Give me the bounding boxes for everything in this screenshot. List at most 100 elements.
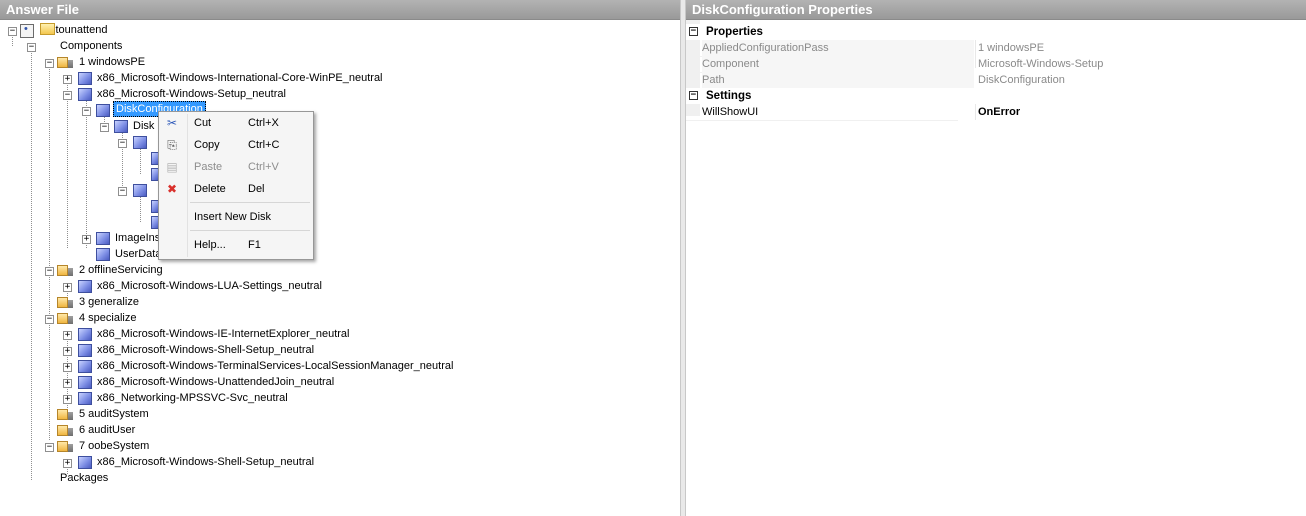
property-row-path[interactable]: Path DiskConfiguration: [686, 72, 1302, 89]
collapse-icon[interactable]: −: [82, 107, 91, 116]
property-grid[interactable]: − Properties AppliedConfigurationPass 1 …: [686, 20, 1306, 516]
tree-line: [31, 50, 32, 480]
configuration-pass-icon: [57, 409, 73, 420]
configuration-pass-icon: [57, 425, 73, 436]
paste-icon: ▤: [166, 160, 178, 174]
category-properties[interactable]: − Properties: [686, 24, 1302, 40]
collapse-icon[interactable]: −: [8, 27, 17, 36]
property-value[interactable]: OnError: [978, 104, 1020, 120]
menu-item-shortcut: Del: [248, 183, 265, 195]
node-label: x86_Microsoft-Windows-UnattendedJoin_neu…: [97, 376, 335, 388]
node-label: 7 oobeSystem: [79, 440, 150, 452]
collapse-icon[interactable]: −: [45, 59, 54, 68]
list-item-icon: [133, 136, 147, 149]
menu-item-cut[interactable]: ✂ Cut Ctrl+X: [159, 113, 313, 133]
node-label: x86_Microsoft-Windows-Setup_neutral: [97, 88, 286, 100]
menu-item-shortcut: Ctrl+V: [248, 161, 279, 173]
expand-icon[interactable]: +: [63, 347, 72, 356]
menu-item-label: Help...: [194, 239, 226, 251]
node-label: Components: [60, 40, 123, 52]
collapse-icon[interactable]: −: [45, 315, 54, 324]
component-icon: [78, 360, 92, 373]
node-label: x86_Microsoft-Windows-TerminalServices-L…: [97, 360, 454, 372]
node-label: 4 specialize: [79, 312, 137, 324]
list-item-icon: [133, 184, 147, 197]
configuration-pass-icon: [57, 313, 73, 324]
folder-icon: [40, 23, 55, 35]
collapse-icon[interactable]: −: [63, 91, 72, 100]
menu-item-label: Copy: [194, 139, 220, 151]
answer-file-header: Answer File: [0, 0, 680, 20]
expand-icon[interactable]: +: [63, 331, 72, 340]
property-value: 1 windowsPE: [978, 42, 1045, 54]
component-icon: [78, 280, 92, 293]
component-icon: [78, 376, 92, 389]
menu-item-label: Paste: [194, 161, 223, 173]
expand-icon[interactable]: +: [63, 283, 72, 292]
node-label: 1 windowsPE: [79, 56, 146, 68]
menu-item-label: Cut: [194, 117, 212, 129]
expand-icon[interactable]: +: [63, 379, 72, 388]
expand-icon[interactable]: +: [63, 363, 72, 372]
expand-icon[interactable]: +: [63, 75, 72, 84]
node-label: ImageIns: [115, 232, 161, 244]
node-label: Disk: [133, 120, 155, 132]
answer-file-icon: [20, 23, 34, 38]
tree-line: [86, 98, 87, 248]
category-settings[interactable]: − Settings: [686, 88, 1302, 104]
collapse-icon[interactable]: −: [45, 267, 54, 276]
menu-item-shortcut: Ctrl+X: [248, 117, 279, 129]
property-name: Path: [686, 72, 958, 89]
setting-group-icon: [96, 232, 110, 245]
expand-icon[interactable]: +: [63, 459, 72, 468]
component-icon: [78, 72, 92, 85]
configuration-pass-icon: [57, 265, 73, 276]
property-row-will-show-ui[interactable]: WillShowUI OnError: [686, 104, 1302, 121]
menu-item-paste[interactable]: ▤ Paste Ctrl+V: [159, 157, 313, 177]
collapse-icon[interactable]: −: [45, 443, 54, 452]
expand-icon[interactable]: +: [82, 235, 91, 244]
category-label: Properties: [706, 26, 763, 38]
collapse-icon[interactable]: −: [100, 123, 109, 132]
copy-icon: ⎘: [167, 138, 177, 152]
node-label: x86_Microsoft-Windows-International-Core…: [97, 72, 383, 84]
answer-file-tree[interactable]: − Autounattend − Components − 1 windowsP…: [0, 20, 680, 516]
property-name: Component: [686, 56, 958, 73]
collapse-icon[interactable]: −: [27, 43, 36, 52]
component-icon: [78, 344, 92, 357]
component-icon: [78, 328, 92, 341]
node-label: UserData: [115, 248, 162, 260]
tree-line: [140, 146, 141, 174]
collapse-icon[interactable]: −: [689, 91, 698, 100]
configuration-pass-icon: [57, 57, 73, 68]
node-label: x86_Microsoft-Windows-LUA-Settings_neutr…: [97, 280, 322, 292]
property-value: Microsoft-Windows-Setup: [978, 58, 1104, 70]
menu-item-help[interactable]: Help... F1: [159, 235, 313, 255]
node-label: 3 generalize: [79, 296, 139, 308]
property-row-component[interactable]: Component Microsoft-Windows-Setup: [686, 56, 1302, 73]
collapse-icon[interactable]: −: [689, 27, 698, 36]
node-label: 6 auditUser: [79, 424, 136, 436]
setting-group-icon: [96, 104, 110, 117]
menu-separator: [190, 202, 310, 203]
menu-item-insert-new-disk[interactable]: Insert New Disk: [159, 207, 313, 227]
list-item-icon: [114, 120, 128, 133]
collapse-icon[interactable]: −: [118, 139, 127, 148]
menu-item-shortcut: Ctrl+C: [248, 139, 280, 151]
expand-icon[interactable]: +: [63, 395, 72, 404]
menu-item-label: Insert New Disk: [194, 211, 272, 223]
menu-item-label: Delete: [194, 183, 226, 195]
property-name: WillShowUI: [686, 104, 958, 121]
collapse-icon[interactable]: −: [118, 187, 127, 196]
component-icon: [78, 392, 92, 405]
menu-item-delete[interactable]: ✖ Delete Del: [159, 179, 313, 199]
property-row-applied-configuration-pass[interactable]: AppliedConfigurationPass 1 windowsPE: [686, 40, 1302, 57]
menu-item-copy[interactable]: ⎘ Copy Ctrl+C: [159, 135, 313, 155]
tree-line: [67, 82, 68, 248]
node-label: Packages: [60, 472, 109, 484]
context-menu: ✂ Cut Ctrl+X ⎘ Copy Ctrl+C ▤ Paste Ctrl+…: [158, 111, 314, 260]
setting-group-icon: [96, 248, 110, 261]
component-icon: [78, 88, 92, 101]
delete-icon: ✖: [166, 182, 178, 196]
configuration-pass-icon: [57, 297, 73, 308]
